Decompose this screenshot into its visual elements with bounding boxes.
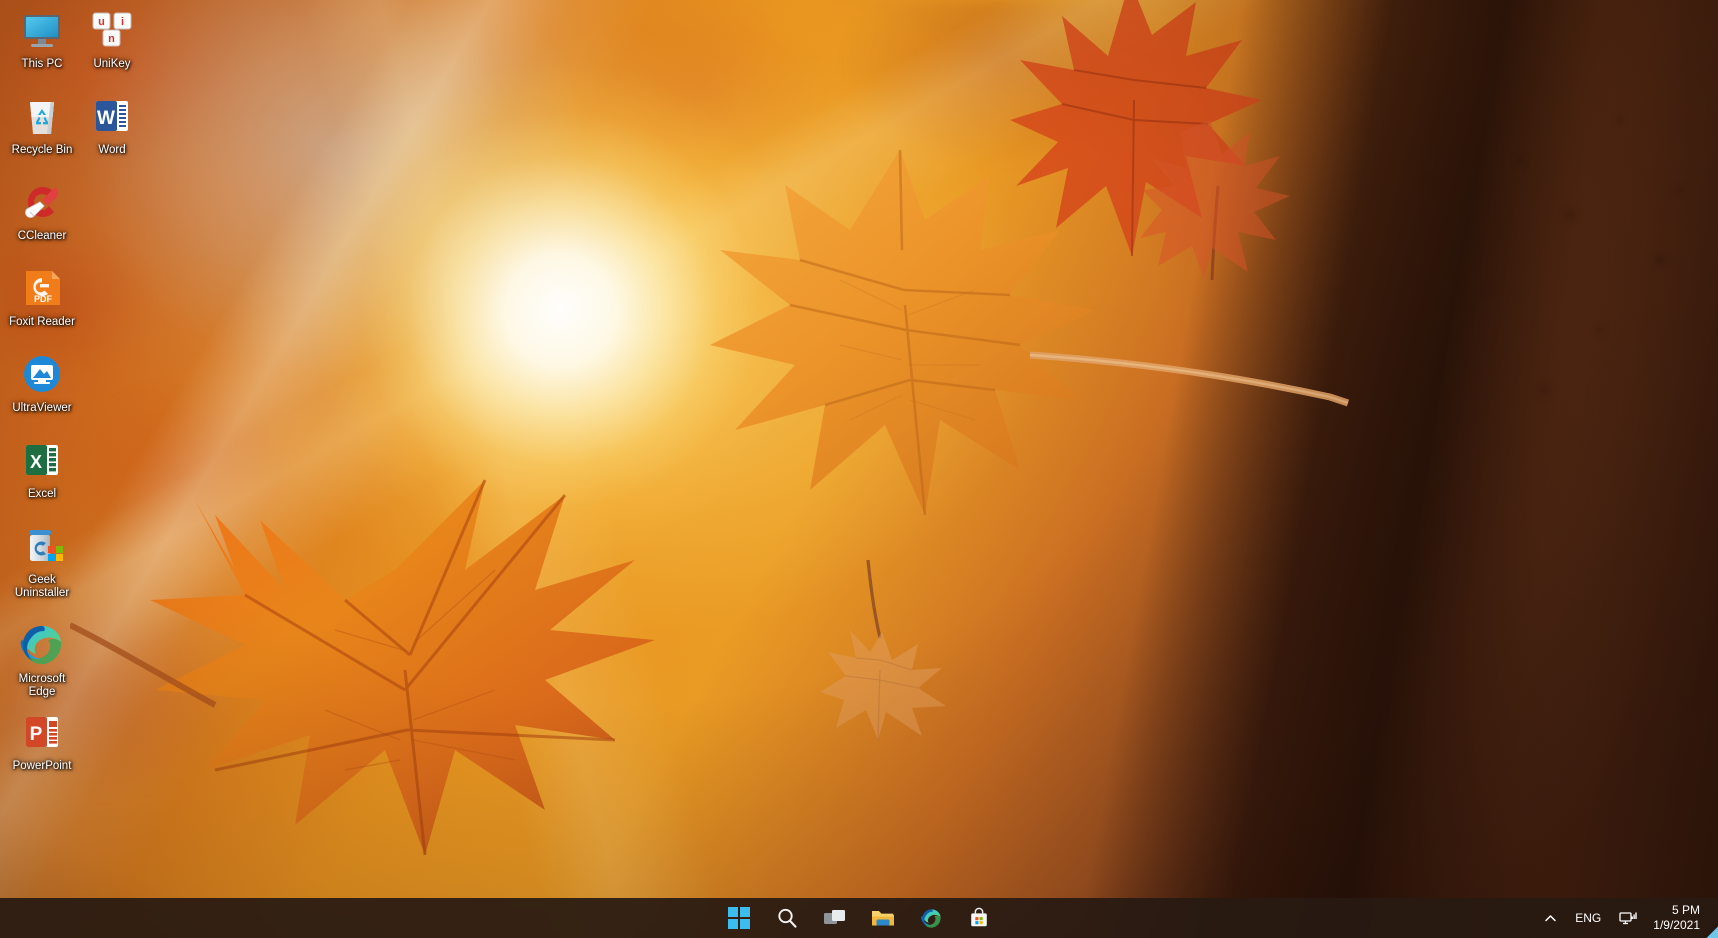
desktop-screen[interactable]: This PC u i n UniKey Recycle Bin W Word … — [0, 0, 1718, 938]
svg-text:n: n — [108, 33, 115, 45]
network-monitor-icon — [1619, 912, 1637, 925]
desktop-icon-ultraviewer[interactable]: UltraViewer — [4, 350, 80, 415]
foxit-reader-icon: PDF — [18, 264, 66, 312]
start-button[interactable] — [719, 900, 759, 936]
microsoft-store-icon — [971, 907, 987, 927]
desktop-icon-label: Foxit Reader — [9, 316, 75, 328]
desktop-icon-label: Geek Uninstaller — [14, 574, 70, 599]
desktop-icon-label: PowerPoint — [12, 760, 72, 772]
desktop-icon-label: Word — [98, 144, 126, 156]
desktop-icon-label: Microsoft Edge — [18, 673, 66, 698]
desktop-icon-label: This PC — [21, 58, 63, 70]
chevron-up-icon — [1545, 914, 1557, 921]
this-pc-icon — [18, 6, 66, 54]
task-view-button[interactable] — [815, 900, 855, 936]
search-button[interactable] — [767, 900, 807, 936]
microsoft-edge-icon — [920, 908, 941, 928]
desktop-icon-geek-uninstaller[interactable]: Geek Uninstaller — [4, 522, 80, 600]
ultraviewer-icon — [18, 350, 66, 398]
desktop-icon-word[interactable]: W Word — [74, 92, 150, 157]
taskbar[interactable]: ENG 5 PM 1/9/2021 — [0, 898, 1718, 938]
desktop-icon-label: Recycle Bin — [11, 144, 73, 156]
microsoft-word-icon: W — [88, 92, 136, 140]
taskbar-center-group — [719, 900, 999, 936]
ccleaner-icon — [18, 178, 66, 226]
desktop-icon-label: Excel — [27, 488, 57, 500]
language-indicator[interactable]: ENG — [1567, 900, 1609, 936]
task-view-icon — [824, 910, 845, 924]
desktop-icon-label: UniKey — [93, 58, 131, 70]
file-explorer-button[interactable] — [863, 900, 903, 936]
desktop-icon-powerpoint[interactable]: P PowerPoint — [4, 708, 80, 773]
svg-text:i: i — [121, 16, 124, 28]
show-hidden-icons-button[interactable] — [1536, 900, 1565, 936]
svg-text:PDF: PDF — [34, 294, 53, 304]
wallpaper-vignette — [0, 0, 1718, 938]
desktop-icon-label: CCleaner — [17, 230, 67, 242]
system-tray: ENG 5 PM 1/9/2021 — [1536, 898, 1710, 938]
geek-uninstaller-icon — [18, 522, 66, 570]
desktop-icon-this-pc[interactable]: This PC — [4, 6, 80, 71]
recycle-bin-icon — [18, 92, 66, 140]
desktop-icon-recycle-bin[interactable]: Recycle Bin — [4, 92, 80, 157]
desktop-icon-excel[interactable]: X Excel — [4, 436, 80, 501]
svg-text:u: u — [98, 16, 105, 28]
desktop-icon-foxit-reader[interactable]: PDF Foxit Reader — [4, 264, 80, 329]
desktop-icon-unikey[interactable]: u i n UniKey — [74, 6, 150, 71]
desktop-icon-ccleaner[interactable]: CCleaner — [4, 178, 80, 243]
microsoft-edge-icon — [18, 621, 66, 669]
folder-icon — [872, 911, 894, 926]
microsoft-edge-button[interactable] — [911, 900, 951, 936]
microsoft-powerpoint-icon: P — [18, 708, 66, 756]
unikey-icon: u i n — [88, 6, 136, 54]
svg-text:W: W — [97, 108, 115, 129]
microsoft-excel-icon: X — [18, 436, 66, 484]
language-label: ENG — [1575, 911, 1602, 925]
desktop-icon-microsoft-edge[interactable]: Microsoft Edge — [4, 621, 80, 699]
windows-logo-icon — [728, 907, 750, 929]
clock-and-date[interactable]: 5 PM 1/9/2021 — [1647, 900, 1710, 936]
clock-time: 5 PM — [1671, 903, 1700, 917]
network-button[interactable] — [1611, 900, 1645, 936]
microsoft-store-button[interactable] — [959, 900, 999, 936]
clock-date: 1/9/2021 — [1653, 918, 1700, 932]
svg-text:X: X — [30, 452, 42, 472]
svg-text:P: P — [30, 724, 43, 745]
search-icon — [778, 908, 797, 928]
desktop-icon-label: UltraViewer — [12, 402, 72, 414]
